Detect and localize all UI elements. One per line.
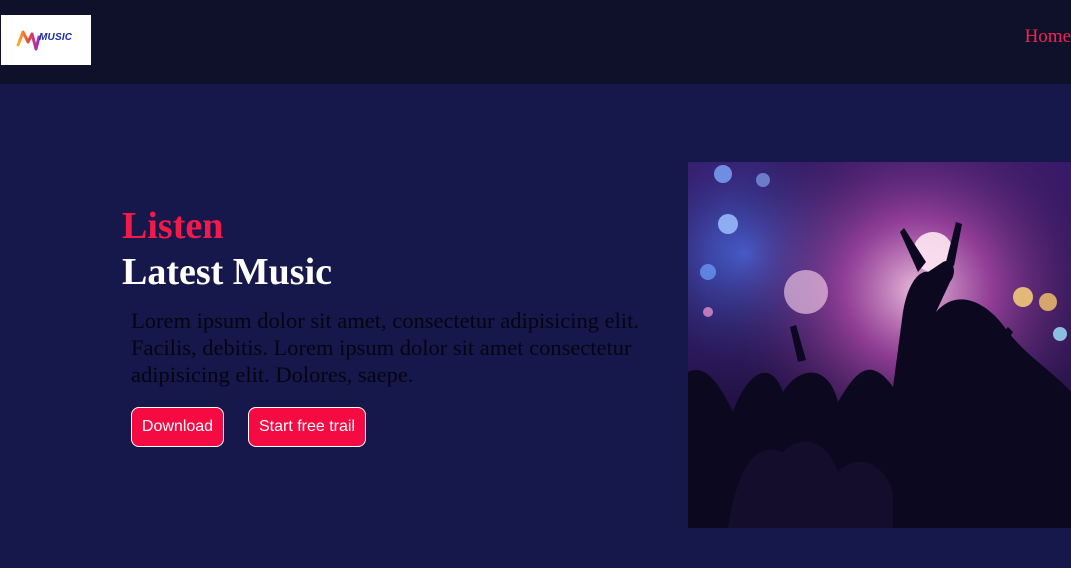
download-button[interactable]: Download xyxy=(131,407,224,447)
start-free-trial-button[interactable]: Start free trail xyxy=(248,407,366,447)
hero-description: Lorem ipsum dolor sit amet, consectetur … xyxy=(131,308,640,387)
brand-logo[interactable]: MUSIC xyxy=(1,15,91,65)
logo-text: MUSIC xyxy=(39,32,73,43)
concert-photo-illustration xyxy=(688,162,1071,528)
nav-home-link[interactable]: Home xyxy=(1025,26,1071,48)
navbar: MUSIC Home xyxy=(0,0,1071,84)
hero-section: Listen Latest Music Lorem ipsum dolor si… xyxy=(0,84,1071,568)
headline-accent: Listen xyxy=(122,205,224,247)
headline-main: Latest Music xyxy=(122,251,333,293)
concert-crowd-image xyxy=(688,162,1071,528)
